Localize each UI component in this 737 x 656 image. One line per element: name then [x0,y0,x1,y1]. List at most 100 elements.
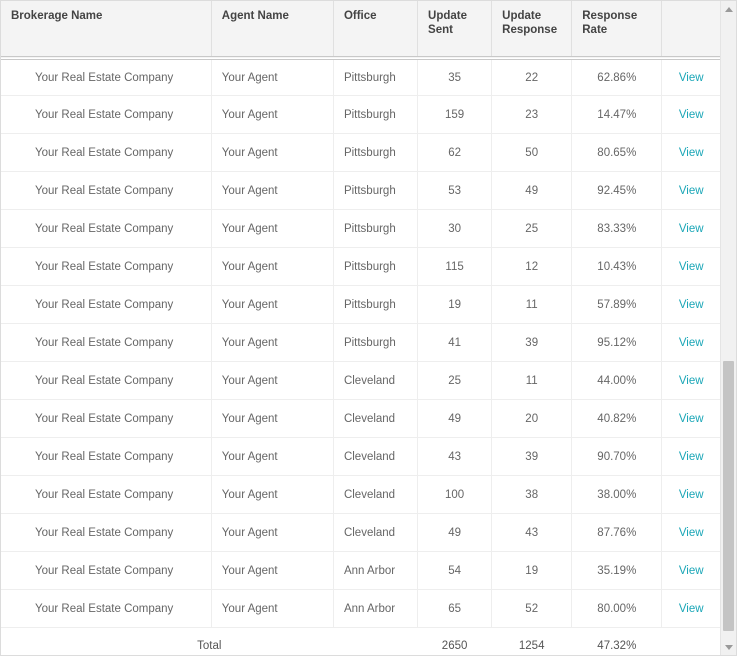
table-row: Your Real Estate CompanyYour AgentPittsb… [1,210,720,248]
view-link[interactable]: View [679,375,704,387]
table-row: Your Real Estate CompanyYour AgentAnn Ar… [1,590,720,628]
cell-office: Cleveland [333,438,417,476]
cell-office: Pittsburgh [333,210,417,248]
cell-rate: 10.43% [572,248,662,286]
cell-response: 50 [492,134,572,172]
cell-sent: 41 [418,324,492,362]
cell-sent: 159 [418,96,492,134]
cell-office: Ann Arbor [333,590,417,628]
cell-action: View [662,172,720,210]
table-row: Your Real Estate CompanyYour AgentPittsb… [1,134,720,172]
table-row: Your Real Estate CompanyYour AgentPittsb… [1,286,720,324]
view-link[interactable]: View [679,337,704,349]
cell-office: Cleveland [333,514,417,552]
cell-agent: Your Agent [211,514,333,552]
cell-response: 11 [492,362,572,400]
cell-rate: 80.65% [572,134,662,172]
view-link[interactable]: View [679,72,704,84]
view-link[interactable]: View [679,565,704,577]
cell-agent: Your Agent [211,96,333,134]
cell-office: Pittsburgh [333,96,417,134]
cell-rate: 83.33% [572,210,662,248]
cell-rate: 14.47% [572,96,662,134]
cell-sent: 49 [418,400,492,438]
cell-action: View [662,476,720,514]
cell-action: View [662,552,720,590]
col-header-office[interactable]: Office [333,1,417,58]
col-header-agent[interactable]: Agent Name [211,1,333,58]
cell-brokerage: Your Real Estate Company [1,476,211,514]
cell-response: 19 [492,552,572,590]
col-header-sent[interactable]: Update Sent [418,1,492,58]
cell-response: 39 [492,438,572,476]
chevron-down-icon [725,645,733,650]
view-link[interactable]: View [679,185,704,197]
view-link[interactable]: View [679,223,704,235]
cell-sent: 49 [418,514,492,552]
view-link[interactable]: View [679,109,704,121]
total-sent: 2650 [418,628,492,655]
cell-office: Pittsburgh [333,134,417,172]
cell-rate: 80.00% [572,590,662,628]
cell-rate: 90.70% [572,438,662,476]
vertical-scrollbar[interactable] [720,1,736,655]
cell-agent: Your Agent [211,362,333,400]
col-header-rate[interactable]: Response Rate [572,1,662,58]
table-row: Your Real Estate CompanyYour AgentClevel… [1,362,720,400]
cell-agent: Your Agent [211,438,333,476]
cell-sent: 62 [418,134,492,172]
view-link[interactable]: View [679,299,704,311]
view-link[interactable]: View [679,147,704,159]
cell-office: Pittsburgh [333,172,417,210]
cell-action: View [662,438,720,476]
scrollbar-thumb[interactable] [723,361,734,631]
cell-response: 25 [492,210,572,248]
cell-brokerage: Your Real Estate Company [1,514,211,552]
total-response: 1254 [492,628,572,655]
view-link[interactable]: View [679,451,704,463]
cell-agent: Your Agent [211,400,333,438]
cell-brokerage: Your Real Estate Company [1,400,211,438]
view-link[interactable]: View [679,603,704,615]
total-label: Total [1,628,418,655]
cell-agent: Your Agent [211,324,333,362]
col-header-response[interactable]: Update Response [492,1,572,58]
view-link[interactable]: View [679,527,704,539]
cell-sent: 30 [418,210,492,248]
cell-action: View [662,590,720,628]
total-rate: 47.32% [572,628,662,655]
cell-action: View [662,324,720,362]
cell-sent: 53 [418,172,492,210]
view-link[interactable]: View [679,261,704,273]
cell-response: 11 [492,286,572,324]
cell-rate: 35.19% [572,552,662,590]
cell-brokerage: Your Real Estate Company [1,286,211,324]
table-row: Your Real Estate CompanyYour AgentClevel… [1,438,720,476]
cell-action: View [662,362,720,400]
view-link[interactable]: View [679,489,704,501]
cell-action: View [662,514,720,552]
scroll-down-button[interactable] [721,639,736,655]
cell-office: Pittsburgh [333,286,417,324]
cell-agent: Your Agent [211,172,333,210]
table-scroll-area: Brokerage Name Agent Name Office Update … [1,1,720,655]
cell-rate: 92.45% [572,172,662,210]
cell-sent: 19 [418,286,492,324]
table-row: Your Real Estate CompanyYour AgentPittsb… [1,248,720,286]
col-header-brokerage[interactable]: Brokerage Name [1,1,211,58]
table-row: Your Real Estate CompanyYour AgentAnn Ar… [1,552,720,590]
cell-rate: 62.86% [572,58,662,96]
view-link[interactable]: View [679,413,704,425]
cell-agent: Your Agent [211,210,333,248]
cell-brokerage: Your Real Estate Company [1,324,211,362]
cell-brokerage: Your Real Estate Company [1,362,211,400]
table-row: Your Real Estate CompanyYour AgentPittsb… [1,96,720,134]
cell-rate: 44.00% [572,362,662,400]
scroll-up-button[interactable] [721,1,736,17]
total-action-cell [662,628,720,655]
cell-brokerage: Your Real Estate Company [1,172,211,210]
cell-sent: 43 [418,438,492,476]
cell-brokerage: Your Real Estate Company [1,134,211,172]
cell-response: 43 [492,514,572,552]
table-row: Your Real Estate CompanyYour AgentPittsb… [1,172,720,210]
